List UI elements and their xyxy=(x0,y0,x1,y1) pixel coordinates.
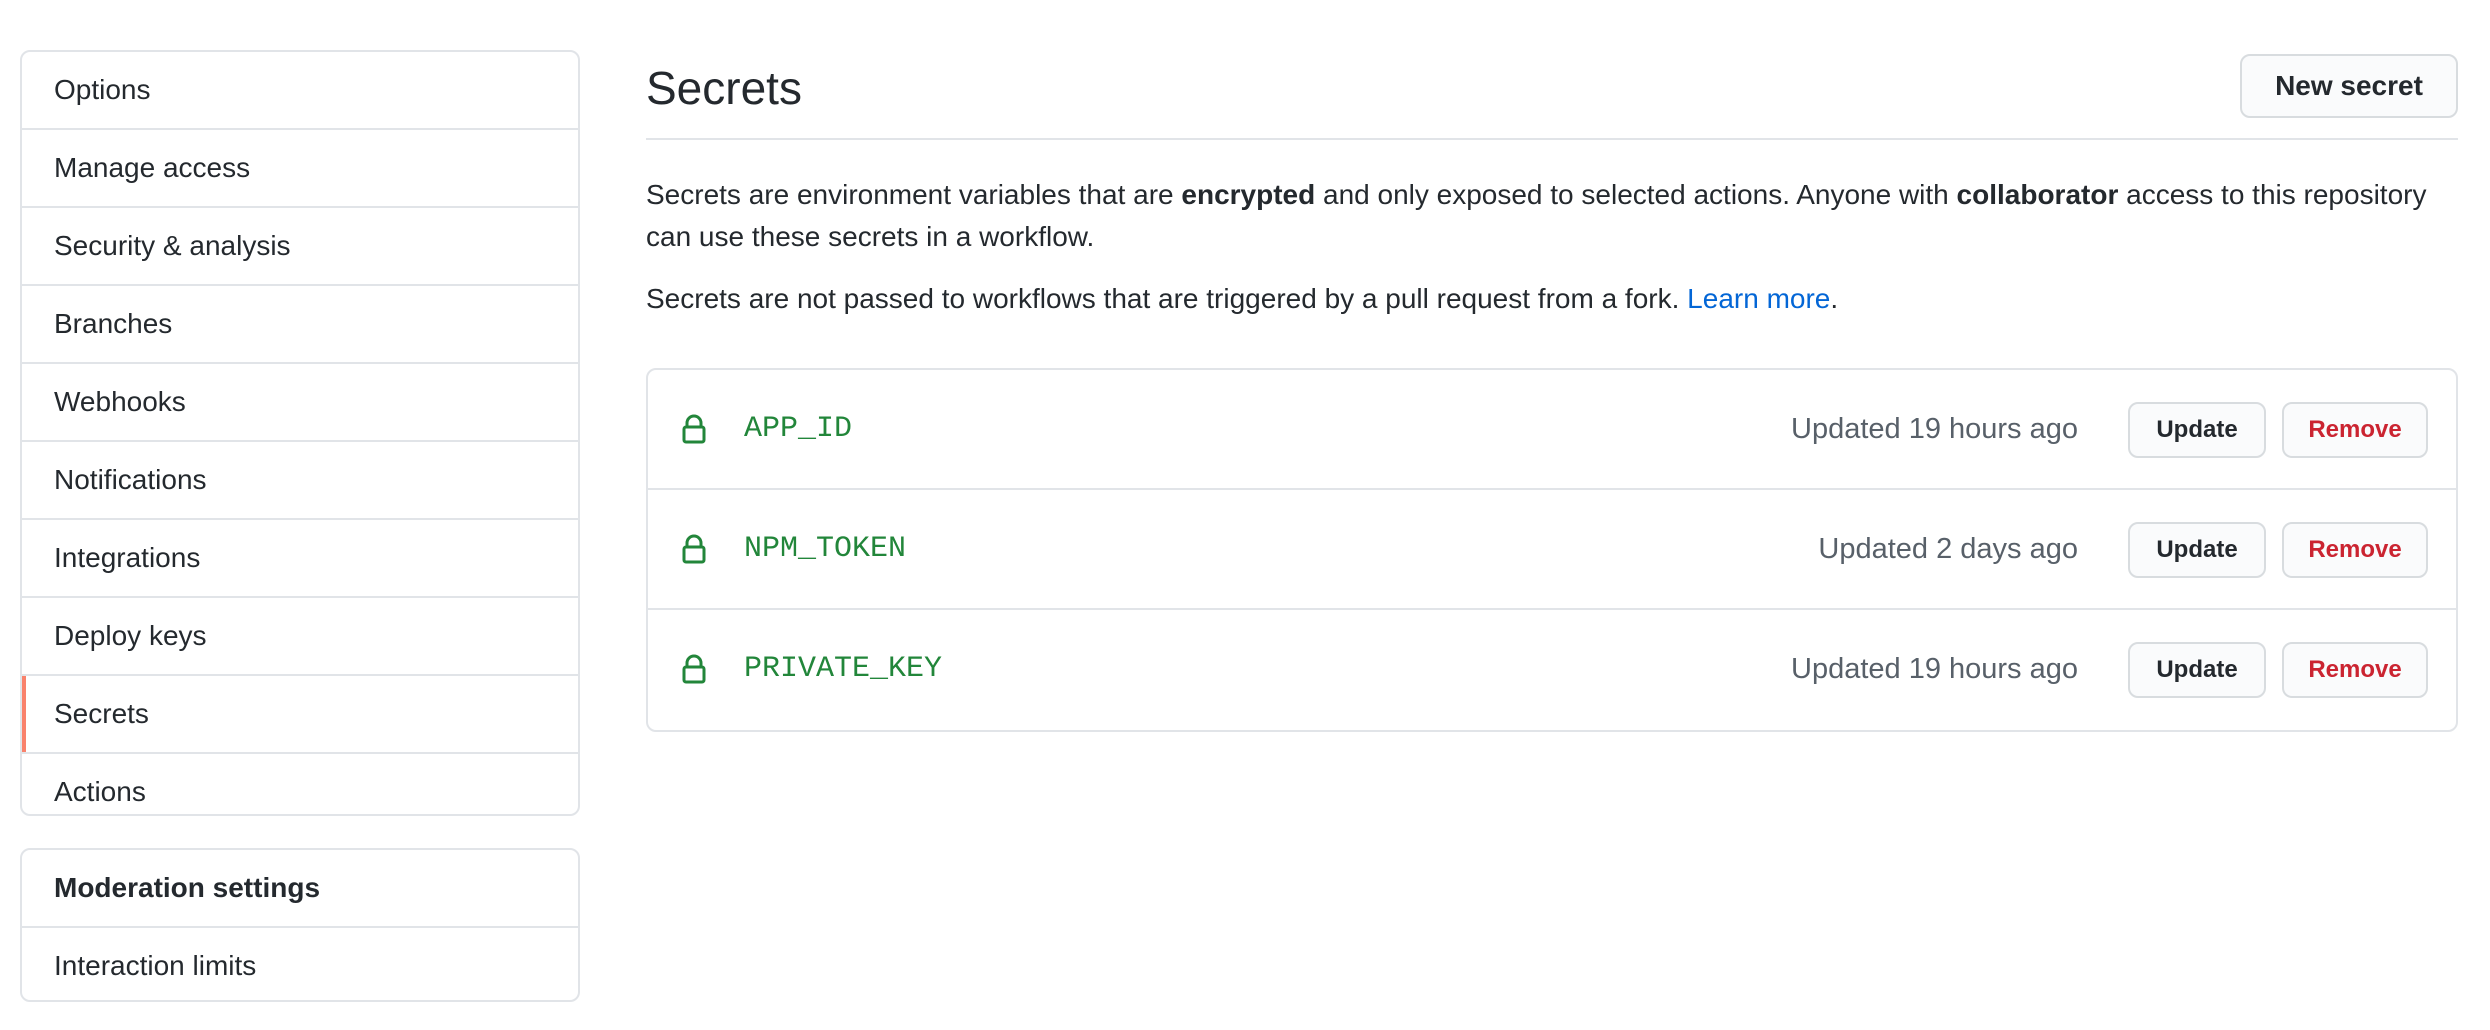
remove-secret-button[interactable]: Remove xyxy=(2282,642,2428,698)
moderation-settings-heading: Moderation settings xyxy=(22,850,578,928)
description-text-2: and only exposed to selected actions. An… xyxy=(1315,179,1957,210)
remove-secret-button[interactable]: Remove xyxy=(2282,522,2428,578)
fork-note-period: . xyxy=(1830,283,1839,314)
title-divider xyxy=(646,138,2458,140)
sidebar-item-actions[interactable]: Actions xyxy=(22,754,578,814)
sidebar-item-options[interactable]: Options xyxy=(22,52,578,130)
secret-row: NPM_TOKEN Updated 2 days ago Update Remo… xyxy=(648,490,2456,610)
sidebar-item-manage-access[interactable]: Manage access xyxy=(22,130,578,208)
fork-note-text: Secrets are not passed to workflows that… xyxy=(646,283,1688,314)
sidebar-item-secrets[interactable]: Secrets xyxy=(22,676,578,754)
lock-icon xyxy=(682,534,706,564)
sidebar-item-deploy-keys[interactable]: Deploy keys xyxy=(22,598,578,676)
sidebar-item-notifications[interactable]: Notifications xyxy=(22,442,578,520)
lock-icon xyxy=(682,654,706,684)
sidebar-item-security-analysis[interactable]: Security & analysis xyxy=(22,208,578,286)
sidebar-item-webhooks[interactable]: Webhooks xyxy=(22,364,578,442)
secret-updated-time: Updated 2 days ago xyxy=(1818,533,2078,565)
secret-row: PRIVATE_KEY Updated 19 hours ago Update … xyxy=(648,610,2456,728)
sidebar-item-integrations[interactable]: Integrations xyxy=(22,520,578,598)
description-encrypted: encrypted xyxy=(1181,179,1316,210)
learn-more-link[interactable]: Learn more xyxy=(1687,283,1830,314)
secrets-list: APP_ID Updated 19 hours ago Update Remov… xyxy=(646,368,2458,732)
description-text-1: Secrets are environment variables that a… xyxy=(646,179,1182,210)
secrets-description: Secrets are environment variables that a… xyxy=(646,174,2458,258)
secret-updated-time: Updated 19 hours ago xyxy=(1791,413,2078,445)
description-collaborator: collaborator xyxy=(1956,179,2119,210)
secret-updated-time: Updated 19 hours ago xyxy=(1791,653,2078,685)
update-secret-button[interactable]: Update xyxy=(2128,402,2266,458)
update-secret-button[interactable]: Update xyxy=(2128,642,2266,698)
sidebar-item-branches[interactable]: Branches xyxy=(22,286,578,364)
new-secret-button[interactable]: New secret xyxy=(2240,54,2458,118)
secret-row: APP_ID Updated 19 hours ago Update Remov… xyxy=(648,370,2456,490)
secret-name: APP_ID xyxy=(744,412,853,446)
fork-note: Secrets are not passed to workflows that… xyxy=(646,278,2458,320)
sidebar-item-interaction-limits[interactable]: Interaction limits xyxy=(22,928,578,1000)
moderation-menu: Moderation settings Interaction limits xyxy=(20,848,580,1002)
secret-name: NPM_TOKEN xyxy=(744,532,907,566)
update-secret-button[interactable]: Update xyxy=(2128,522,2266,578)
remove-secret-button[interactable]: Remove xyxy=(2282,402,2428,458)
secret-name: PRIVATE_KEY xyxy=(744,652,943,686)
page-title: Secrets xyxy=(646,62,802,114)
lock-icon xyxy=(682,414,706,444)
settings-menu: Options Manage access Security & analysi… xyxy=(20,50,580,816)
